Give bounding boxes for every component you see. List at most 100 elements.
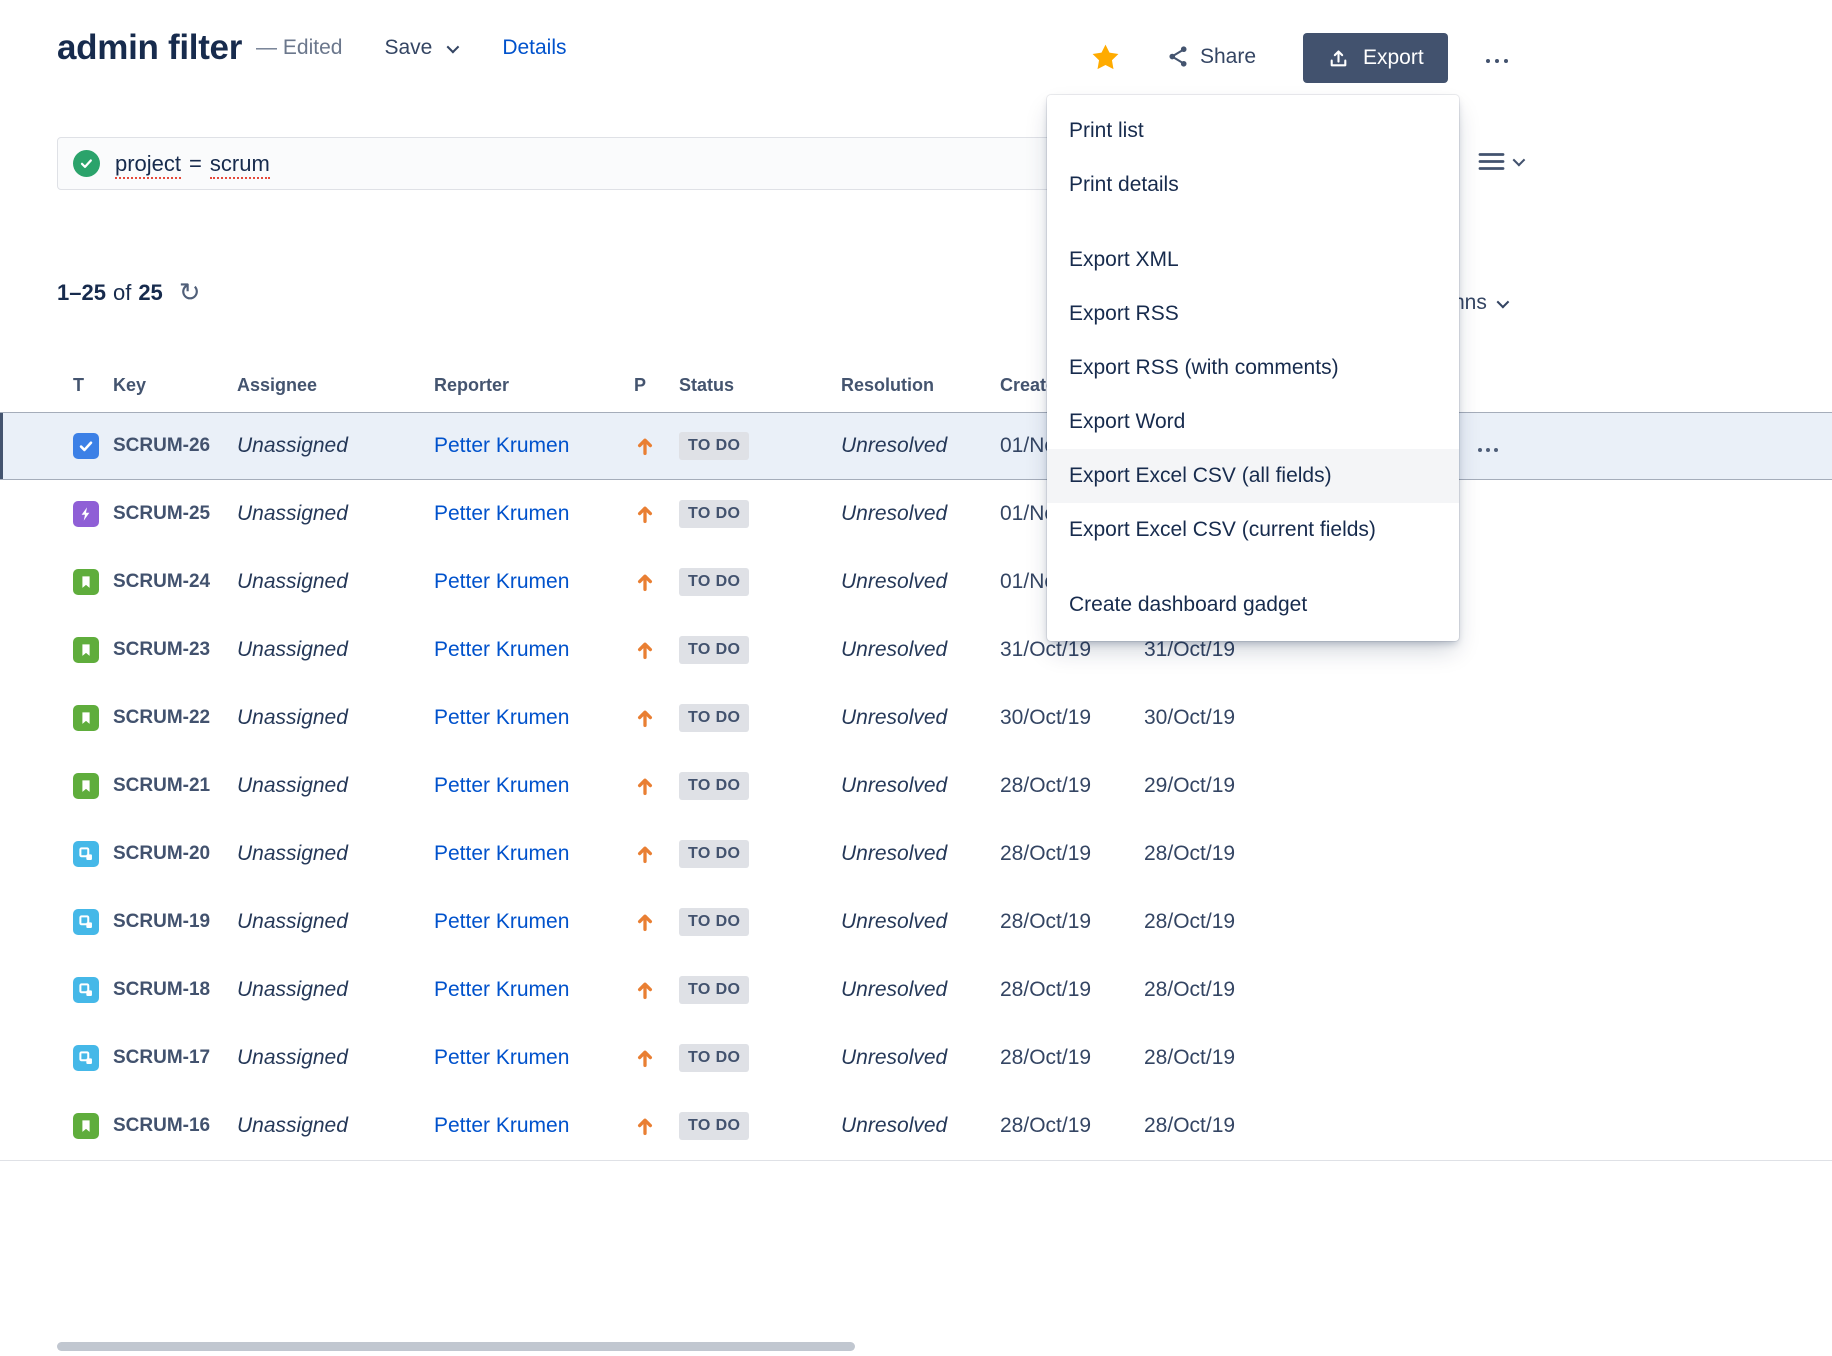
issue-row-scrum-26[interactable]: SCRUM-26UnassignedPetter KrumenTO DOUnre… bbox=[0, 412, 1832, 480]
reporter-link[interactable]: Petter Krumen bbox=[427, 706, 621, 730]
export-button[interactable]: Export bbox=[1303, 33, 1448, 83]
issue-key[interactable]: SCRUM-20 bbox=[105, 843, 230, 865]
page-header: admin filter — Edited Save Details bbox=[57, 28, 567, 68]
column-header-p[interactable]: P bbox=[621, 375, 666, 396]
created-date: 31/Oct/19 bbox=[989, 638, 1134, 662]
issue-row-scrum-19[interactable]: SCRUM-19UnassignedPetter KrumenTO DOUnre… bbox=[0, 888, 1832, 956]
issue-key[interactable]: SCRUM-24 bbox=[105, 571, 230, 593]
issue-key[interactable]: SCRUM-18 bbox=[105, 979, 230, 1001]
status-badge: TO DO bbox=[679, 568, 749, 596]
resolution: Unresolved bbox=[830, 638, 989, 662]
page-title: admin filter bbox=[57, 28, 242, 68]
issue-key[interactable]: SCRUM-16 bbox=[105, 1115, 230, 1137]
issue-row-scrum-20[interactable]: SCRUM-20UnassignedPetter KrumenTO DOUnre… bbox=[0, 820, 1832, 888]
column-header-assignee[interactable]: Assignee bbox=[230, 375, 427, 396]
menu-item-print-details[interactable]: Print details bbox=[1047, 158, 1459, 212]
header-more-button[interactable] bbox=[1486, 50, 1490, 68]
menu-item-export-xml[interactable]: Export XML bbox=[1047, 233, 1459, 287]
menu-item-create-dashboard-gadget[interactable]: Create dashboard gadget bbox=[1047, 578, 1459, 632]
status-badge: TO DO bbox=[679, 1112, 749, 1140]
reporter-link[interactable]: Petter Krumen bbox=[427, 910, 621, 934]
favorite-star-button[interactable] bbox=[1090, 42, 1121, 78]
assignee: Unassigned bbox=[230, 774, 427, 798]
issuetype-subtask-icon bbox=[73, 977, 99, 1003]
hamburger-list-icon bbox=[1478, 151, 1505, 172]
resolution: Unresolved bbox=[830, 1046, 989, 1070]
assignee: Unassigned bbox=[230, 706, 427, 730]
issue-row-scrum-23[interactable]: SCRUM-23UnassignedPetter KrumenTO DOUnre… bbox=[0, 616, 1832, 684]
export-button-label: Export bbox=[1363, 46, 1424, 70]
menu-item-export-rss-with-comments[interactable]: Export RSS (with comments) bbox=[1047, 341, 1459, 395]
issue-key[interactable]: SCRUM-21 bbox=[105, 775, 230, 797]
chevron-down-icon[interactable] bbox=[447, 40, 460, 53]
row-more-button[interactable] bbox=[1478, 434, 1482, 458]
priority-up-icon bbox=[634, 707, 666, 729]
issue-row-scrum-25[interactable]: SCRUM-25UnassignedPetter KrumenTO DOUnre… bbox=[0, 480, 1832, 548]
reporter-link[interactable]: Petter Krumen bbox=[427, 774, 621, 798]
resolution: Unresolved bbox=[830, 434, 989, 458]
issue-key[interactable]: SCRUM-22 bbox=[105, 707, 230, 729]
reporter-link[interactable]: Petter Krumen bbox=[427, 638, 621, 662]
menu-group: Export XMLExport RSSExport RSS (with com… bbox=[1047, 233, 1459, 557]
assignee: Unassigned bbox=[230, 978, 427, 1002]
issue-row-scrum-21[interactable]: SCRUM-21UnassignedPetter KrumenTO DOUnre… bbox=[0, 752, 1832, 820]
share-button-label: Share bbox=[1200, 45, 1256, 69]
resolution: Unresolved bbox=[830, 570, 989, 594]
updated-date: 28/Oct/19 bbox=[1134, 1046, 1278, 1070]
menu-item-export-word[interactable]: Export Word bbox=[1047, 395, 1459, 449]
reporter-link[interactable]: Petter Krumen bbox=[427, 434, 621, 458]
save-button[interactable]: Save bbox=[384, 36, 456, 60]
menu-item-export-rss[interactable]: Export RSS bbox=[1047, 287, 1459, 341]
issue-key[interactable]: SCRUM-23 bbox=[105, 639, 230, 661]
reporter-link[interactable]: Petter Krumen bbox=[427, 1114, 621, 1138]
priority-up-icon bbox=[634, 843, 666, 865]
details-link[interactable]: Details bbox=[502, 36, 566, 60]
issue-row-scrum-24[interactable]: SCRUM-24UnassignedPetter KrumenTO DOUnre… bbox=[0, 548, 1832, 616]
issue-key[interactable]: SCRUM-25 bbox=[105, 503, 230, 525]
issue-row-scrum-18[interactable]: SCRUM-18UnassignedPetter KrumenTO DOUnre… bbox=[0, 956, 1832, 1024]
issue-row-scrum-22[interactable]: SCRUM-22UnassignedPetter KrumenTO DOUnre… bbox=[0, 684, 1832, 752]
jql-valid-check-icon bbox=[73, 150, 100, 177]
created-date: 28/Oct/19 bbox=[989, 842, 1134, 866]
priority-up-icon bbox=[634, 1115, 666, 1137]
issue-table-body: SCRUM-26UnassignedPetter KrumenTO DOUnre… bbox=[0, 412, 1832, 1161]
reporter-link[interactable]: Petter Krumen bbox=[427, 842, 621, 866]
issue-table: TKeyAssigneeReporterPStatusResolution Cre… bbox=[0, 358, 1832, 1161]
star-icon bbox=[1090, 42, 1121, 73]
issue-key[interactable]: SCRUM-19 bbox=[105, 911, 230, 933]
created-date: 28/Oct/19 bbox=[989, 774, 1134, 798]
issuetype-story-icon bbox=[73, 569, 99, 595]
menu-item-export-excel-csv-current-fields[interactable]: Export Excel CSV (current fields) bbox=[1047, 503, 1459, 557]
horizontal-scrollbar-thumb[interactable] bbox=[57, 1342, 855, 1351]
issue-key[interactable]: SCRUM-17 bbox=[105, 1047, 230, 1069]
jql-term: scrum bbox=[210, 151, 270, 179]
issue-row-scrum-17[interactable]: SCRUM-17UnassignedPetter KrumenTO DOUnre… bbox=[0, 1024, 1832, 1092]
created-date: 28/Oct/19 bbox=[989, 1114, 1134, 1138]
count-of-label: of bbox=[113, 280, 131, 306]
share-button[interactable]: Share bbox=[1166, 44, 1256, 69]
reporter-link[interactable]: Petter Krumen bbox=[427, 502, 621, 526]
edited-label: — Edited bbox=[256, 36, 342, 60]
chevron-down-icon bbox=[1513, 154, 1526, 167]
updated-date: 28/Oct/19 bbox=[1134, 1114, 1278, 1138]
export-menu: Print listPrint detailsExport XMLExport … bbox=[1047, 95, 1459, 641]
column-header-key[interactable]: Key bbox=[105, 375, 230, 396]
priority-up-icon bbox=[634, 639, 666, 661]
column-header-reporter[interactable]: Reporter bbox=[427, 375, 621, 396]
column-header-t[interactable]: T bbox=[57, 375, 105, 396]
issue-key[interactable]: SCRUM-26 bbox=[105, 435, 230, 457]
refresh-icon[interactable]: ↻ bbox=[179, 280, 201, 306]
reporter-link[interactable]: Petter Krumen bbox=[427, 978, 621, 1002]
list-view-switcher-button[interactable] bbox=[1478, 151, 1522, 172]
updated-date: 30/Oct/19 bbox=[1134, 706, 1278, 730]
menu-item-print-list[interactable]: Print list bbox=[1047, 104, 1459, 158]
column-header-resolution[interactable]: Resolution bbox=[830, 375, 989, 396]
reporter-link[interactable]: Petter Krumen bbox=[427, 570, 621, 594]
more-icon bbox=[1478, 448, 1482, 452]
issue-row-scrum-16[interactable]: SCRUM-16UnassignedPetter KrumenTO DOUnre… bbox=[0, 1092, 1832, 1160]
more-icon bbox=[1486, 59, 1490, 63]
menu-item-export-excel-csv-all-fields[interactable]: Export Excel CSV (all fields) bbox=[1047, 449, 1459, 503]
column-header-status[interactable]: Status bbox=[666, 375, 830, 396]
reporter-link[interactable]: Petter Krumen bbox=[427, 1046, 621, 1070]
created-date: 30/Oct/19 bbox=[989, 706, 1134, 730]
